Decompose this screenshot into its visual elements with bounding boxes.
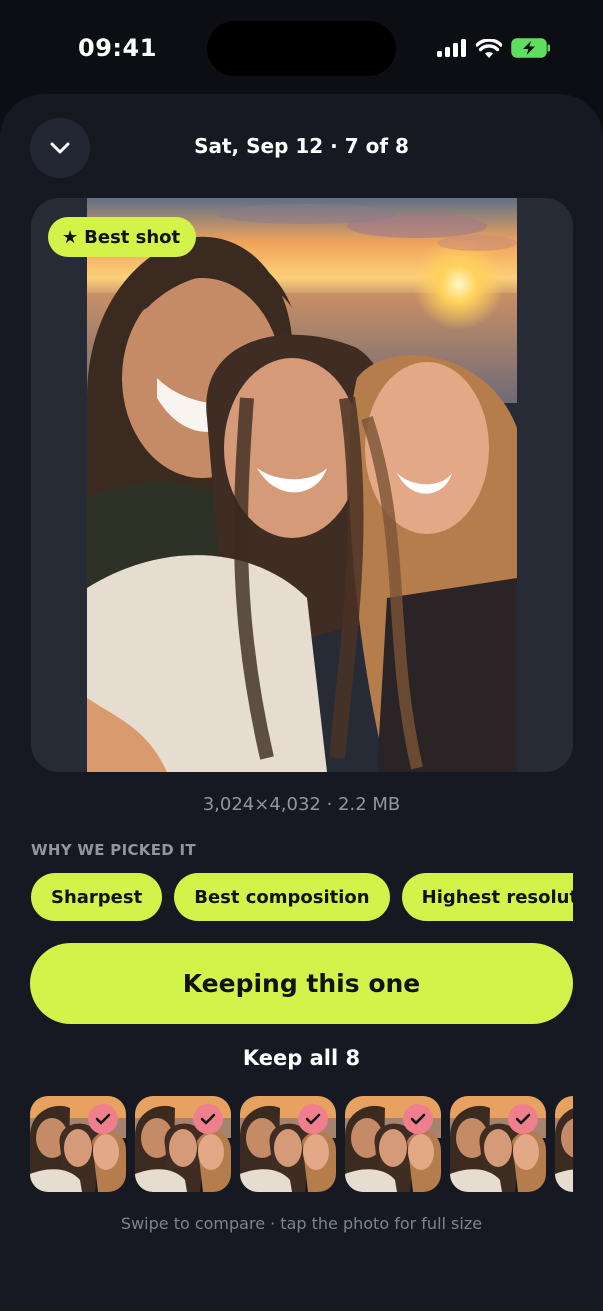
dynamic-island: [207, 21, 396, 76]
main-photo[interactable]: [87, 198, 517, 772]
photo-thumbnail[interactable]: [345, 1096, 441, 1192]
status-bar: 09:41: [0, 0, 603, 96]
cellular-signal-icon: [437, 39, 466, 57]
keep-all-button[interactable]: Keep all 8: [0, 1046, 603, 1070]
reason-chips[interactable]: Sharpest Best composition Highest resolu…: [31, 873, 573, 923]
reason-chip[interactable]: Sharpest: [31, 873, 163, 921]
checkmark-icon[interactable]: [508, 1104, 538, 1134]
best-shot-badge: ★ Best shot: [48, 217, 197, 257]
photo-thumbnail[interactable]: [135, 1096, 231, 1192]
keep-this-one-button[interactable]: Keeping this one: [30, 943, 573, 1024]
photo-metadata: 3,024×4,032 · 2.2 MB: [202, 794, 401, 815]
status-icons: [437, 38, 551, 58]
checkmark-icon[interactable]: [88, 1104, 118, 1134]
thumbnail-image: [555, 1096, 573, 1192]
photo-thumbnail[interactable]: [450, 1096, 546, 1192]
photo-thumbnail[interactable]: [240, 1096, 336, 1192]
reason-chip[interactable]: Highest resolution: [401, 873, 573, 921]
reason-chip[interactable]: Best composition: [174, 873, 390, 921]
checkmark-icon[interactable]: [193, 1104, 223, 1134]
best-shot-label: Best shot: [84, 226, 181, 248]
photo-thumbnail[interactable]: [555, 1096, 573, 1192]
checkmark-icon[interactable]: [298, 1104, 328, 1134]
status-time: 09:41: [78, 34, 157, 62]
star-icon: ★: [62, 226, 79, 248]
photo-card[interactable]: [31, 198, 573, 772]
reasons-heading: WHY WE PICKED IT: [31, 841, 196, 859]
wifi-icon: [476, 38, 502, 58]
page-title: Sat, Sep 12 · 7 of 8: [194, 134, 409, 158]
footer-hint: Swipe to compare · tap the photo for ful…: [120, 1214, 483, 1233]
battery-charging-icon: [511, 38, 550, 58]
checkmark-icon[interactable]: [403, 1104, 433, 1134]
thumbnail-strip[interactable]: [30, 1096, 573, 1192]
group-selfie-image: [87, 198, 517, 772]
photo-thumbnail[interactable]: [30, 1096, 126, 1192]
